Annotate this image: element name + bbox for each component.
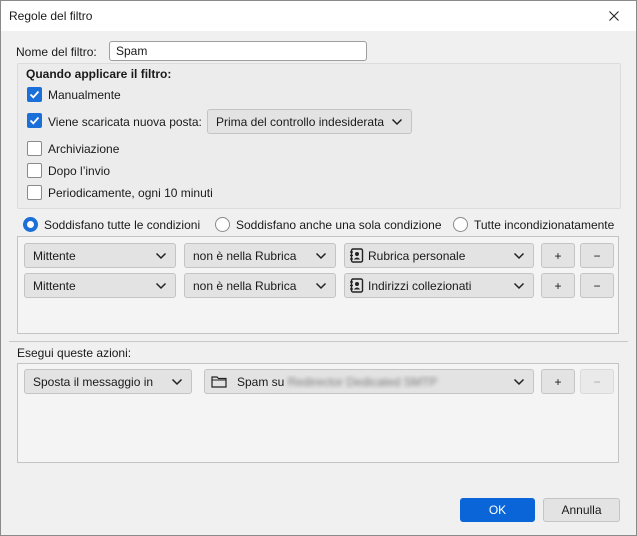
ok-button[interactable]: OK — [460, 498, 535, 522]
manual-label: Manualmente — [48, 88, 121, 102]
chevron-down-icon — [155, 282, 167, 289]
when-group: Quando applicare il filtro: Manualmente … — [17, 63, 621, 209]
condition-field-value: Mittente — [33, 248, 76, 263]
new-mail-checkbox[interactable] — [27, 113, 42, 128]
close-button[interactable] — [592, 1, 636, 31]
actions-label: Esegui queste azioni: — [17, 346, 132, 360]
condition-value-text: Indirizzi collezionati — [368, 278, 472, 293]
archive-checkbox[interactable] — [27, 141, 42, 156]
chevron-down-icon — [513, 378, 525, 385]
chevron-down-icon — [155, 252, 167, 259]
chevron-down-icon — [315, 282, 327, 289]
condition-field-dropdown[interactable]: Mittente — [24, 243, 176, 268]
condition-operator-value: non è nella Rubrica — [193, 248, 297, 263]
conditions-list: Mittente non è nella Rubrica Rubrica per… — [17, 236, 619, 334]
new-mail-label: Viene scaricata nuova posta: — [48, 115, 202, 129]
condition-field-value: Mittente — [33, 278, 76, 293]
checkmark-icon — [29, 90, 40, 99]
periodic-label: Periodicamente, ogni 10 minuti — [48, 186, 213, 200]
checkmark-icon — [29, 116, 40, 125]
match-unconditional-label: Tutte incondizionatamente — [474, 218, 615, 232]
close-icon — [609, 11, 619, 21]
new-mail-timing-value: Prima del controllo indesiderata — [216, 114, 385, 129]
condition-operator-dropdown[interactable]: non è nella Rubrica — [184, 273, 336, 298]
match-any-label: Soddisfano anche una sola condizione — [236, 218, 442, 232]
cancel-button[interactable]: Annulla — [543, 498, 620, 522]
condition-value-dropdown[interactable]: Rubrica personale — [344, 243, 534, 268]
chevron-down-icon — [171, 378, 183, 385]
action-type-value: Sposta il messaggio in — [33, 374, 154, 389]
add-condition-button[interactable]: + — [541, 273, 575, 298]
action-target-folder-name: Spam su — [237, 374, 285, 389]
remove-condition-button[interactable]: − — [580, 273, 614, 298]
window-title: Regole del filtro — [9, 9, 93, 23]
folder-icon — [211, 376, 227, 388]
chevron-down-icon — [513, 282, 525, 289]
condition-operator-dropdown[interactable]: non è nella Rubrica — [184, 243, 336, 268]
title-bar: Regole del filtro — [1, 1, 636, 31]
action-target-account: Redirector Dedicated SMTP — [287, 374, 438, 389]
filter-rules-dialog: Regole del filtro Nome del filtro: Quand… — [0, 0, 637, 536]
chevron-down-icon — [391, 118, 403, 125]
match-all-radio[interactable] — [23, 217, 38, 232]
chevron-down-icon — [513, 252, 525, 259]
filter-name-input[interactable] — [109, 41, 367, 61]
condition-value-text: Rubrica personale — [368, 248, 466, 263]
condition-field-dropdown[interactable]: Mittente — [24, 273, 176, 298]
address-book-icon — [350, 278, 364, 293]
chevron-down-icon — [315, 252, 327, 259]
when-group-title: Quando applicare il filtro: — [26, 67, 172, 81]
new-mail-timing-dropdown[interactable]: Prima del controllo indesiderata — [207, 109, 412, 134]
manual-checkbox[interactable] — [27, 87, 42, 102]
action-target-folder-dropdown[interactable]: Spam su Redirector Dedicated SMTP — [204, 369, 534, 394]
archive-label: Archiviazione — [48, 142, 120, 156]
match-unconditional-radio[interactable] — [453, 217, 468, 232]
actions-list: Sposta il messaggio in Spam su Redirecto… — [17, 363, 619, 463]
add-action-button[interactable]: + — [541, 369, 575, 394]
match-all-label: Soddisfano tutte le condizioni — [44, 218, 201, 232]
after-send-label: Dopo l’invio — [48, 164, 111, 178]
after-send-checkbox[interactable] — [27, 163, 42, 178]
section-separator — [9, 341, 628, 342]
remove-condition-button[interactable]: − — [580, 243, 614, 268]
address-book-icon — [350, 248, 364, 263]
filter-name-label: Nome del filtro: — [16, 45, 97, 59]
remove-action-button[interactable]: − — [580, 369, 614, 394]
condition-operator-value: non è nella Rubrica — [193, 278, 297, 293]
periodic-checkbox[interactable] — [27, 185, 42, 200]
action-type-dropdown[interactable]: Sposta il messaggio in — [24, 369, 192, 394]
match-any-radio[interactable] — [215, 217, 230, 232]
condition-value-dropdown[interactable]: Indirizzi collezionati — [344, 273, 534, 298]
add-condition-button[interactable]: + — [541, 243, 575, 268]
